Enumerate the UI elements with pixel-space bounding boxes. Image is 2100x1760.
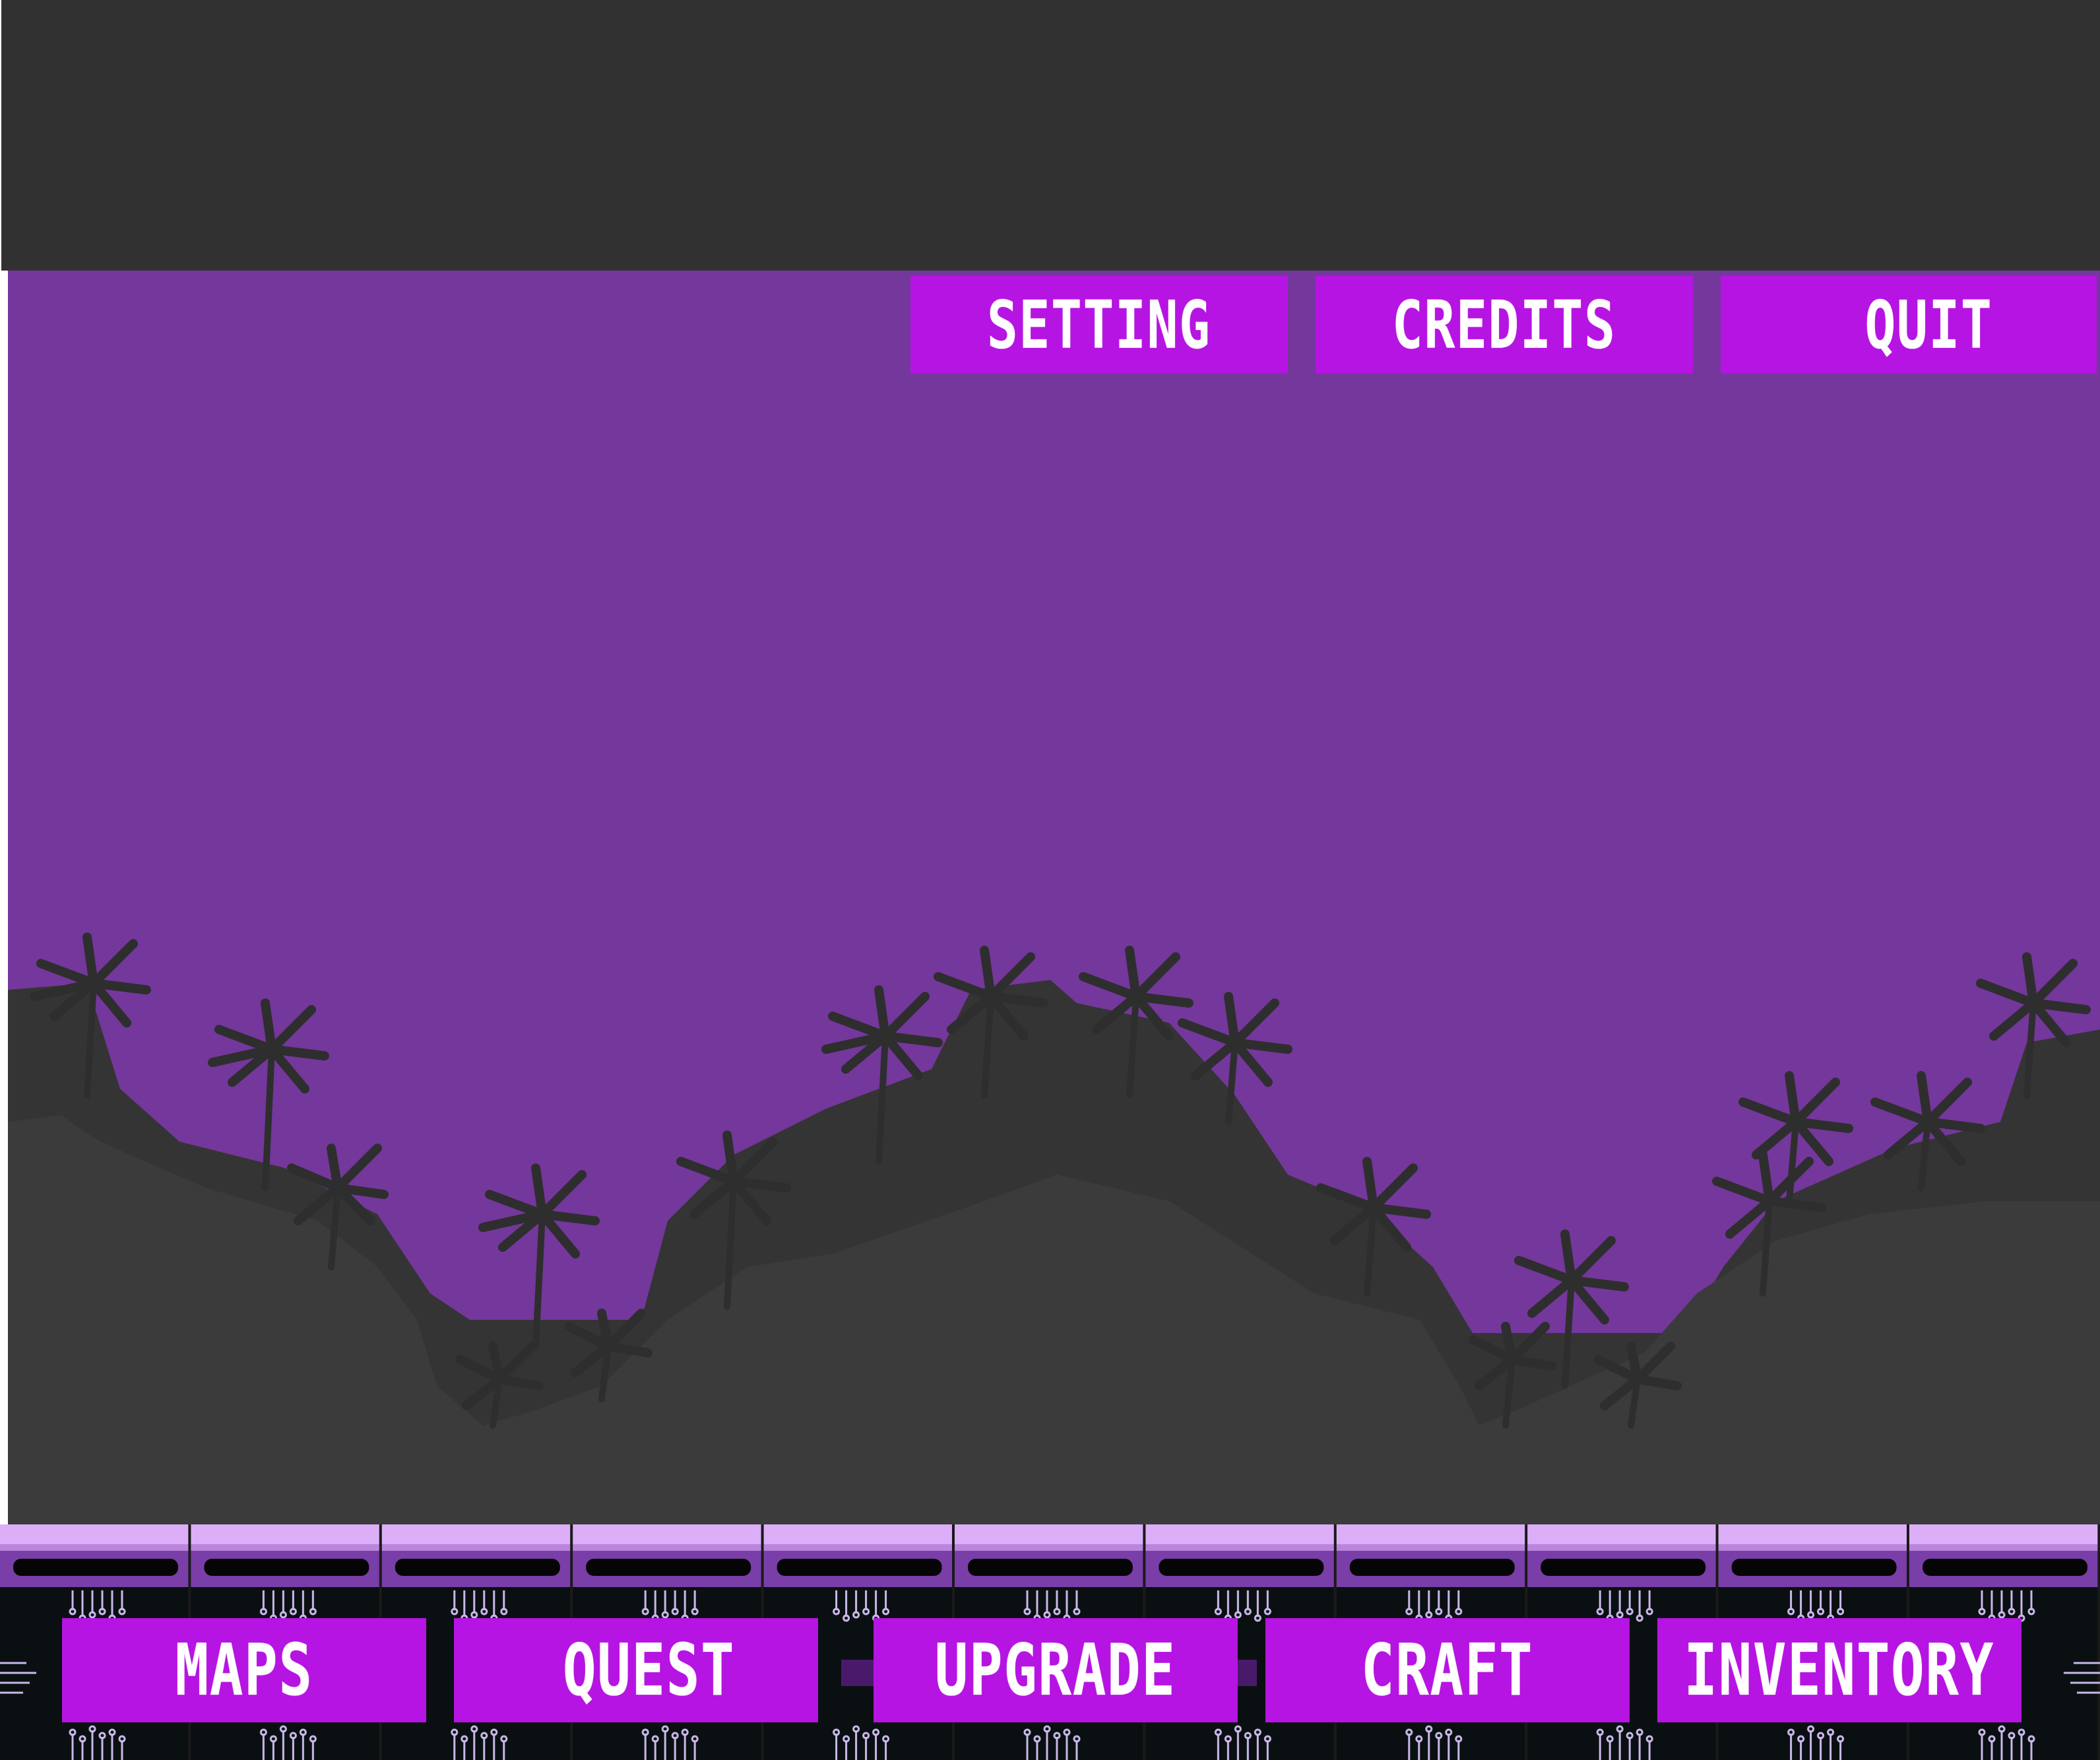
jungle-hills-scenery <box>8 932 2100 1531</box>
credits-label: CREDITS <box>1392 286 1616 364</box>
quit-label: QUIT <box>1864 286 1993 364</box>
maps-label: MAPS <box>175 1629 313 1712</box>
upgrade-button[interactable]: UPGRADE <box>874 1618 1238 1722</box>
maps-button[interactable]: MAPS <box>62 1618 426 1722</box>
quest-label: QUEST <box>563 1629 736 1712</box>
setting-label: SETTING <box>987 286 1211 364</box>
quest-button[interactable]: QUEST <box>454 1618 818 1722</box>
craft-label: CRAFT <box>1361 1629 1534 1712</box>
upgrade-label: UPGRADE <box>935 1629 1176 1712</box>
inventory-label: INVENTORY <box>1684 1629 1995 1712</box>
inventory-button[interactable]: INVENTORY <box>1657 1618 2021 1722</box>
setting-button[interactable]: SETTING <box>910 276 1288 374</box>
craft-button[interactable]: CRAFT <box>1265 1618 1630 1722</box>
credits-button[interactable]: CREDITS <box>1316 276 1693 374</box>
quit-button[interactable]: QUIT <box>1721 276 2097 374</box>
top-bar <box>1 0 2100 271</box>
